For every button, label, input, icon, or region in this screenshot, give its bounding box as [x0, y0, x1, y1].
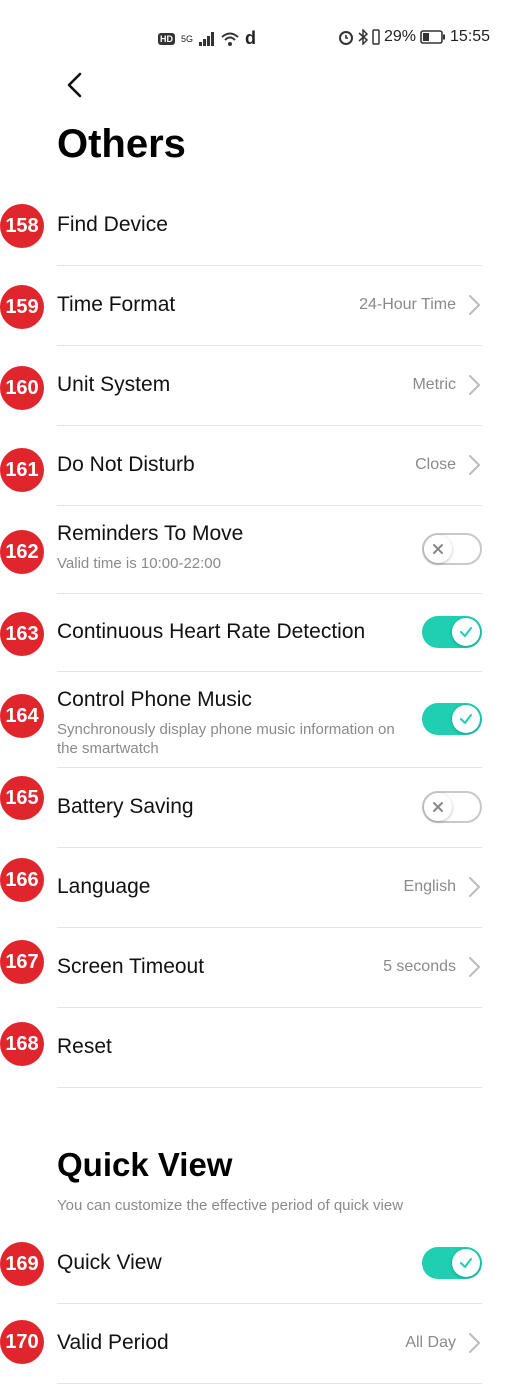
annotation-badge: 158: [0, 204, 44, 248]
toggle-knob: [424, 535, 452, 563]
chevron-right-icon: [469, 957, 480, 977]
annotation-badge: 164: [0, 694, 44, 738]
toggle-knob: [452, 1249, 480, 1277]
annotation-badge: 166: [0, 858, 44, 902]
toggle-knob: [452, 705, 480, 733]
annotation-badge: 170: [0, 1320, 44, 1364]
row-value: English: [403, 878, 456, 895]
alarm-icon: [339, 31, 353, 45]
settings-row-continuous-heart-rate-detection[interactable]: Continuous Heart Rate Detection: [57, 594, 482, 672]
row-label: Reminders To Move: [57, 522, 244, 545]
chevron-right-icon: [469, 295, 480, 315]
row-label: Screen Timeout: [57, 955, 205, 978]
settings-row-language[interactable]: Language English: [57, 848, 482, 928]
annotation-badge: 168: [0, 1022, 44, 1066]
row-label: Reset: [57, 1035, 112, 1058]
row-label: Quick View: [57, 1251, 162, 1274]
network-label: 5G: [181, 33, 194, 44]
status-right: 29% 15:55: [338, 28, 490, 46]
status-left: HD 5G d: [158, 28, 256, 49]
settings-row-do-not-disturb[interactable]: Do Not Disturb Close: [57, 426, 482, 506]
row-label: Find Device: [57, 213, 168, 236]
row-label: Time Format: [57, 293, 176, 316]
check-icon: [460, 714, 472, 724]
page-title: Others: [57, 122, 186, 166]
toggle-switch[interactable]: [422, 703, 482, 735]
row-label: Battery Saving: [57, 795, 194, 818]
hd-badge: HD: [158, 32, 175, 45]
annotation-badge: 161: [0, 448, 44, 492]
settings-row-reminders-to-move[interactable]: Reminders To Move Valid time is 10:00-22:…: [57, 506, 482, 594]
quick-view-description: You can customize the effective period o…: [57, 1197, 404, 1214]
status-bar: HD 5G d 29% 15:55: [0, 0, 509, 72]
annotation-badge: 165: [0, 776, 44, 820]
annotation-badge: 169: [0, 1242, 44, 1286]
annotation-badge: 160: [0, 366, 44, 410]
annotation-badge: 159: [0, 285, 44, 329]
annotation-badge: 167: [0, 940, 44, 984]
vibrate-icon: [372, 29, 380, 45]
row-label: Language: [57, 875, 151, 898]
toggle-knob: [424, 793, 452, 821]
check-icon: [460, 1258, 472, 1268]
chevron-right-icon: [469, 455, 480, 475]
toggle-switch[interactable]: [422, 533, 482, 565]
row-value: 5 seconds: [383, 958, 456, 975]
chevron-right-icon: [469, 1333, 480, 1353]
row-value: All Day: [405, 1334, 456, 1351]
toggle-knob: [452, 618, 480, 646]
row-label: Do Not Disturb: [57, 453, 195, 476]
settings-row-control-phone-music[interactable]: Control Phone Music Synchronously display…: [57, 672, 482, 768]
annotation-badge: 163: [0, 612, 44, 656]
row-value: 24-Hour Time: [359, 296, 456, 313]
settings-row-battery-saving[interactable]: Battery Saving: [57, 768, 482, 848]
toggle-switch[interactable]: [422, 616, 482, 648]
chevron-right-icon: [469, 877, 480, 897]
toggle-switch[interactable]: [422, 1247, 482, 1279]
clock: 15:55: [450, 28, 491, 45]
row-label: Unit System: [57, 373, 171, 396]
battery-percent: 29%: [384, 28, 417, 45]
row-subtitle: Synchronously display phone music inform…: [57, 721, 395, 757]
chevron-left-icon: [67, 72, 82, 98]
settings-row-reset[interactable]: Reset: [57, 1008, 482, 1088]
chevron-right-icon: [469, 375, 480, 395]
x-icon: [433, 802, 443, 812]
row-value: Close: [415, 456, 456, 473]
settings-row-unit-system[interactable]: Unit System Metric: [57, 346, 482, 426]
row-value: Metric: [412, 376, 456, 393]
settings-row-time-format[interactable]: Time Format 24-Hour Time: [57, 266, 482, 346]
status-extra: d: [245, 28, 257, 48]
quick-view-title: Quick View: [57, 1146, 233, 1183]
check-icon: [460, 627, 472, 637]
back-button[interactable]: [56, 66, 96, 106]
row-subtitle: Valid time is 10:00-22:00: [57, 555, 221, 572]
row-label: Continuous Heart Rate Detection: [57, 620, 366, 643]
toggle-switch[interactable]: [422, 791, 482, 823]
row-label: Control Phone Music: [57, 688, 252, 711]
x-icon: [433, 544, 443, 554]
bluetooth-icon: [358, 29, 368, 45]
settings-row-valid-period[interactable]: Valid Period All Day: [57, 1304, 482, 1384]
wifi-icon: [221, 32, 239, 46]
settings-row-quick-view[interactable]: Quick View: [57, 1224, 482, 1304]
settings-row-find-device[interactable]: Find Device: [57, 186, 482, 266]
annotation-badge: 162: [0, 530, 44, 574]
battery-icon: [420, 30, 446, 44]
settings-row-screen-timeout[interactable]: Screen Timeout 5 seconds: [57, 928, 482, 1008]
row-label: Valid Period: [57, 1331, 169, 1354]
signal-icon: [199, 31, 215, 46]
